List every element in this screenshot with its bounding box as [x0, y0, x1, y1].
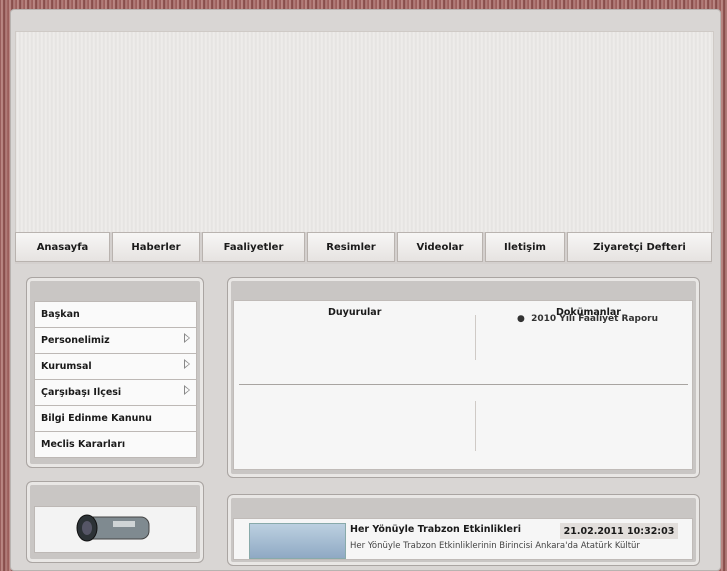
document-link-label: 2010 Yılı Faaliyet Raporu [531, 314, 659, 324]
menu-item-label: Meclis Kararları [41, 439, 126, 450]
menu-item-label: Personelimiz [41, 335, 110, 346]
menu-item-label: Bilgi Edinme Kanunu [41, 413, 152, 424]
nav-home[interactable]: Anasayfa [15, 232, 110, 262]
submenu-arrow-icon [184, 333, 190, 343]
security-camera-icon [76, 514, 150, 542]
menu-item-personelimiz[interactable]: Personelimiz [35, 328, 196, 354]
nav-contact[interactable]: Iletişim [485, 232, 565, 262]
nav-guestbook[interactable]: Ziyaretçi Defteri [567, 232, 712, 262]
nav-activities[interactable]: Faaliyetler [202, 232, 305, 262]
submenu-arrow-icon [184, 385, 190, 395]
section-divider [239, 384, 688, 385]
nav-pictures[interactable]: Resimler [307, 232, 395, 262]
bullet-icon: ● [517, 314, 532, 324]
submenu-arrow-icon [184, 359, 190, 369]
header-banner [15, 31, 714, 233]
column-divider [475, 401, 476, 451]
nav-videos[interactable]: Videolar [397, 232, 483, 262]
nav-news[interactable]: Haberler [112, 232, 200, 262]
menu-item-label: Kurumsal [41, 361, 92, 372]
news-title[interactable]: Her Yönüyle Trabzon Etkinlikleri [350, 524, 521, 535]
news-item[interactable]: Her Yönüyle Trabzon Etkinlikleri 21.02.2… [233, 518, 693, 560]
camera-widget[interactable] [34, 506, 197, 553]
menu-item-label: Çarşıbaşı Ilçesi [41, 387, 122, 398]
menu-item-label: Başkan [41, 309, 80, 320]
column-divider [475, 315, 476, 360]
news-date: 21.02.2011 10:32:03 [560, 523, 678, 539]
duyurular-title: Duyurular [328, 307, 382, 318]
menu-item-carsibasi[interactable]: Çarşıbaşı Ilçesi [35, 380, 196, 406]
menu-item-kurumsal[interactable]: Kurumsal [35, 354, 196, 380]
news-thumbnail[interactable] [249, 523, 346, 559]
news-snippet: Her Yönüyle Trabzon Etkinliklerinin Biri… [350, 541, 640, 551]
menu-item-meclis-kararlari[interactable]: Meclis Kararları [35, 432, 196, 457]
menu-item-baskan[interactable]: Başkan [35, 302, 196, 328]
menu-item-bilgi-edinme[interactable]: Bilgi Edinme Kanunu [35, 406, 196, 432]
document-link[interactable]: ● 2010 Yılı Faaliyet Raporu [517, 314, 658, 324]
announcements-box: Duyurular Dokümanlar ● 2010 Yılı Faaliye… [233, 300, 693, 470]
side-menu: Başkan Personelimiz Kurumsal Çarşıbaşı I… [34, 301, 197, 458]
main-navbar: Anasayfa Haberler Faaliyetler Resimler V… [15, 232, 712, 264]
